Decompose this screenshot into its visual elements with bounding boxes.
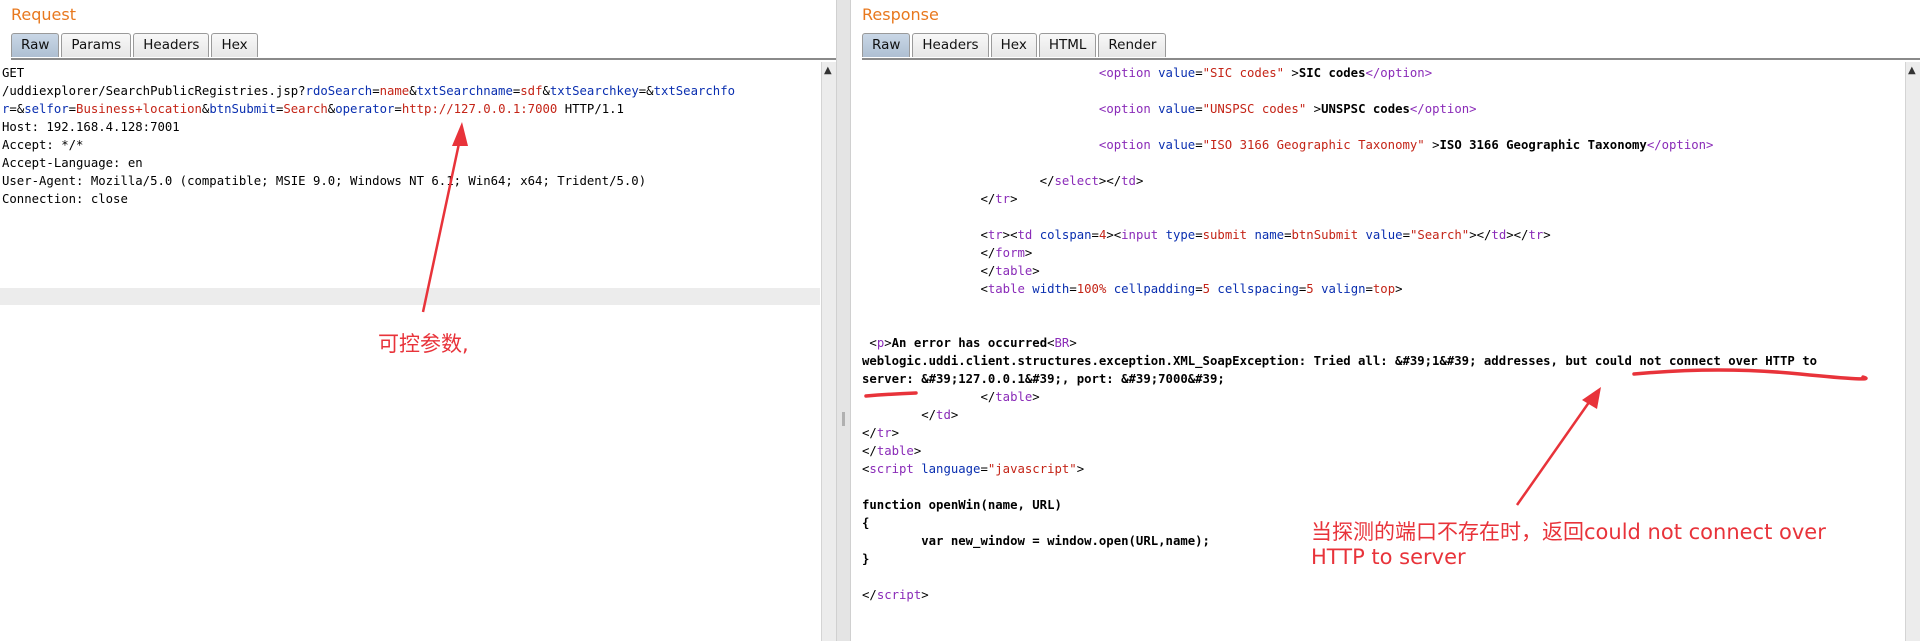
tab-headers[interactable]: Headers <box>133 33 210 57</box>
tab-raw[interactable]: Raw <box>862 33 911 57</box>
request-text[interactable]: GET /uddiexplorer/SearchPublicRegistries… <box>2 64 735 208</box>
response-scrollbar[interactable]: ▲ <box>1905 62 1920 641</box>
request-scrollbar[interactable]: ▲ <box>821 62 836 641</box>
tab-html[interactable]: HTML <box>1038 33 1097 57</box>
request-title: Request <box>11 5 76 24</box>
right-annotation-line1: 当探测的端口不存在时，返回could not connect over <box>1311 520 1826 544</box>
request-tabbar: Raw Params Headers Hex <box>11 33 260 58</box>
tab-raw[interactable]: Raw <box>11 33 60 57</box>
splitter-grip-icon[interactable] <box>842 412 845 426</box>
tab-hex[interactable]: Hex <box>990 33 1037 57</box>
request-pane: Request Raw Params Headers Hex GET /uddi… <box>0 0 836 641</box>
response-tabbar: Raw Headers Hex HTML Render <box>862 33 1168 58</box>
tab-params[interactable]: Params <box>61 33 132 57</box>
left-annotation: 可控参数, <box>378 332 469 356</box>
tab-underline <box>11 58 836 60</box>
tab-underline <box>862 58 1920 60</box>
tab-hex[interactable]: Hex <box>211 33 258 57</box>
response-title: Response <box>862 5 939 24</box>
tab-headers[interactable]: Headers <box>912 33 989 57</box>
scroll-up-icon[interactable]: ▲ <box>1908 65 1916 76</box>
scroll-up-icon[interactable]: ▲ <box>824 65 832 76</box>
current-line-highlight <box>0 288 820 305</box>
right-annotation-line2: HTTP to server <box>1311 545 1466 569</box>
pane-splitter[interactable] <box>836 0 851 641</box>
tab-render[interactable]: Render <box>1098 33 1167 57</box>
